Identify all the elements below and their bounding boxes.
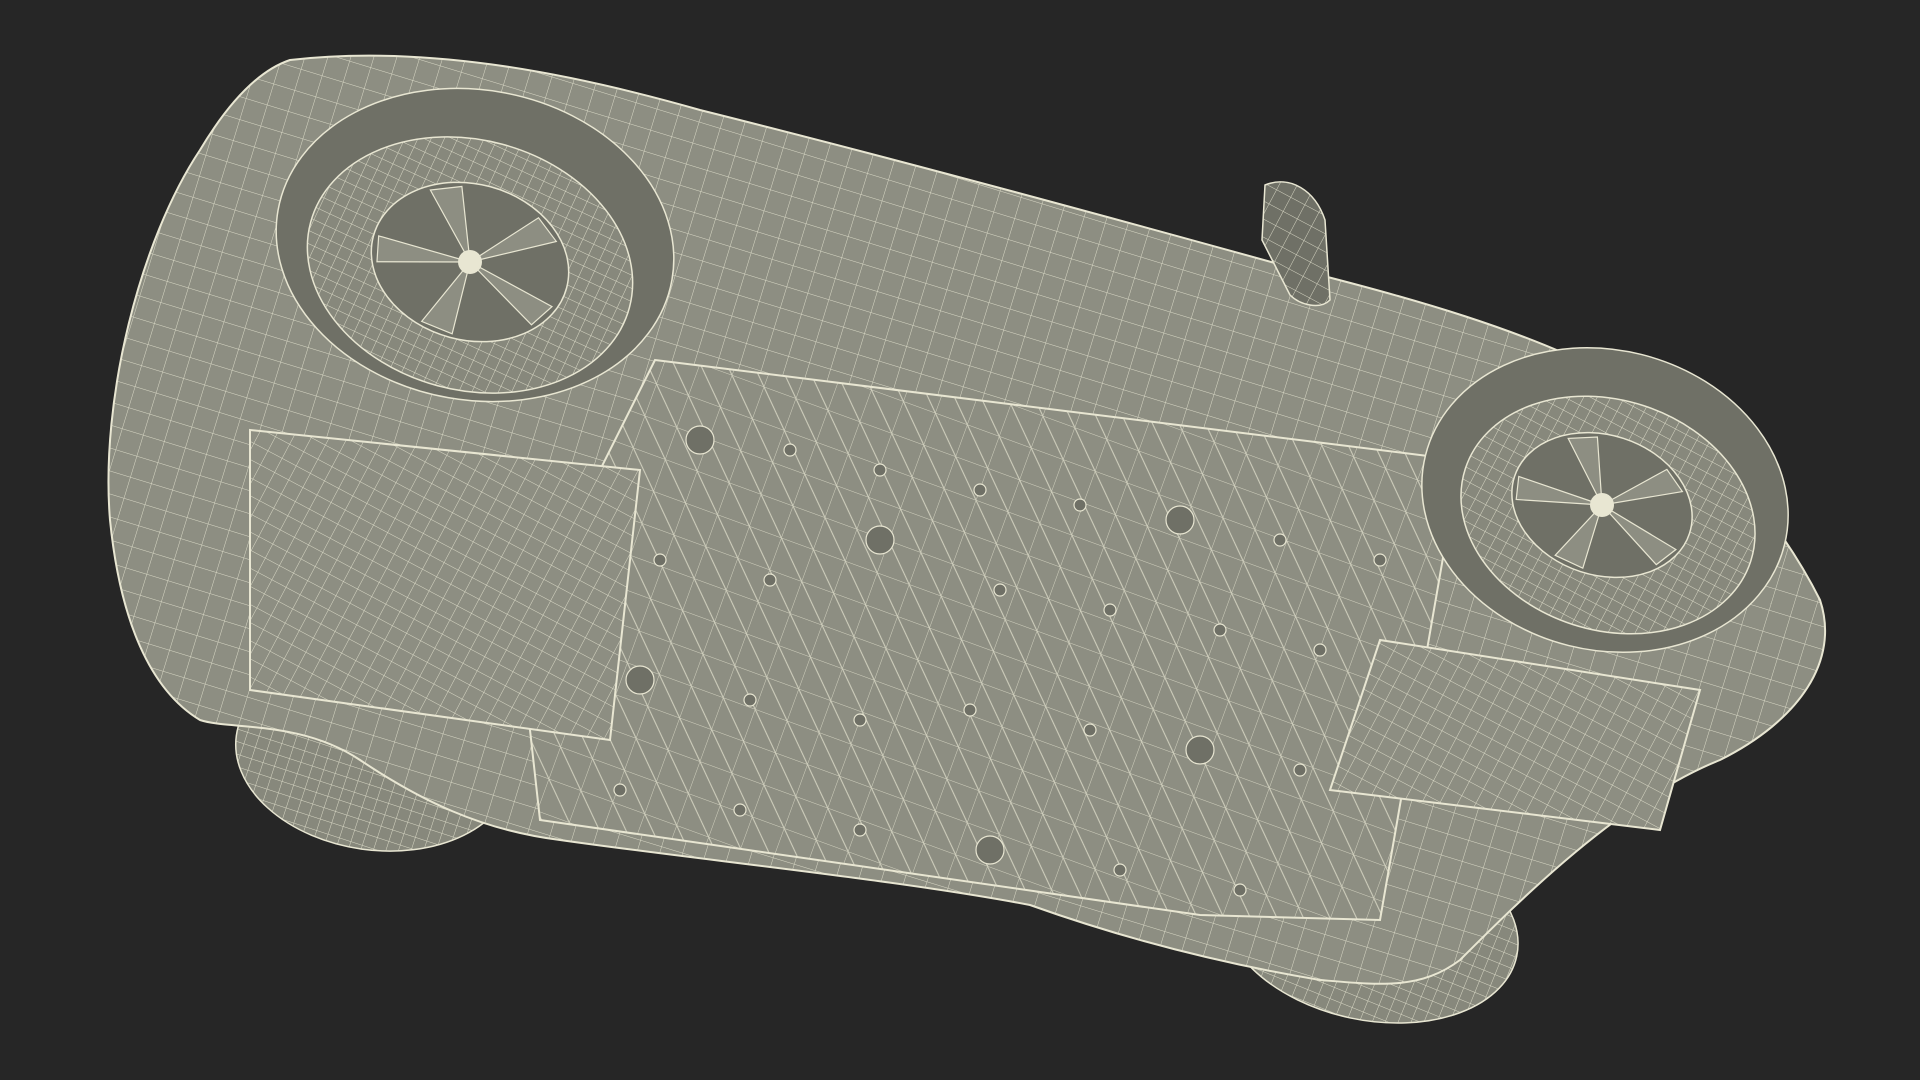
bolt [1313,643,1327,657]
bolt [685,425,715,455]
bolt [1373,553,1387,567]
bolt [1233,883,1247,897]
bolt [1113,863,1127,877]
wireframe-render [107,54,1826,1024]
bolt [873,463,887,477]
bolt [743,693,757,707]
bolt [865,525,895,555]
bolt [733,803,747,817]
bolt [993,583,1007,597]
bolt [783,443,797,457]
bolt [975,835,1005,865]
wheel-hub [1590,493,1614,517]
bolt [1073,498,1087,512]
bolt [625,665,655,695]
bolt [1103,603,1117,617]
bolt [1213,623,1227,637]
wheel-hub [458,250,482,274]
front-subframe [249,428,642,742]
bolt [1083,723,1097,737]
bolt [763,573,777,587]
bolt [1165,505,1195,535]
bolt [1273,533,1287,547]
bolt [973,483,987,497]
bolt [1185,735,1215,765]
bolt [613,783,627,797]
render-viewport [0,0,1920,1080]
bolt [653,553,667,567]
bolt [1293,763,1307,777]
bolt [963,703,977,717]
bolt [853,713,867,727]
bolt [853,823,867,837]
